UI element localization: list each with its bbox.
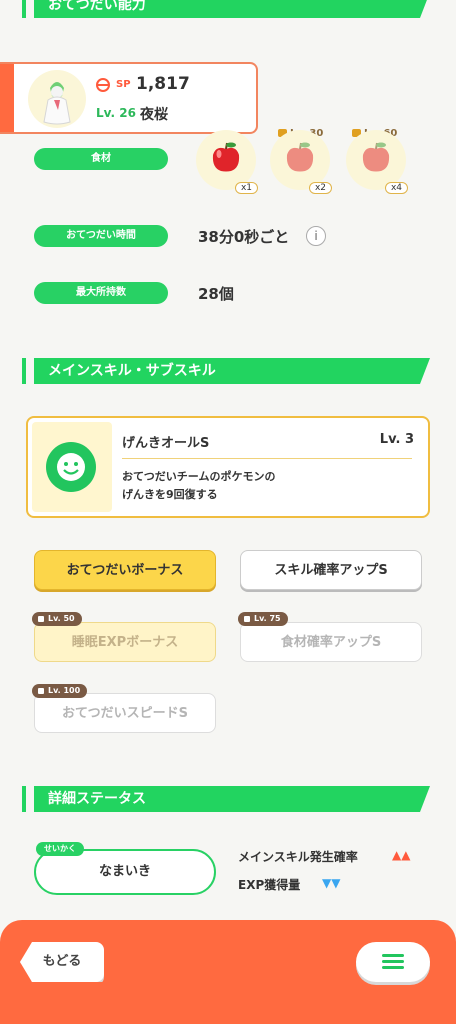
pokemon-card[interactable]: SP 1,817 Lv. 26 夜桜 [0, 62, 258, 134]
help-time-label: おてつだい時間 [34, 225, 168, 247]
max-carry-label: 最大所持数 [34, 282, 168, 304]
section-title: メインスキル・サブスキル [48, 363, 216, 379]
skill-desc-line1: おてつだいチームのポケモンの [122, 470, 276, 483]
sp-value: 1,817 [136, 74, 190, 94]
lock-icon [38, 615, 44, 622]
apple-icon [362, 142, 390, 172]
nature-tag: せいかく [36, 842, 84, 856]
back-button[interactable]: もどる [20, 942, 104, 982]
section-header-skills: メインスキル・サブスキル [34, 358, 430, 384]
ingredient-label: 食材 [34, 148, 168, 170]
subskill-button-1[interactable]: おてつだいボーナス [34, 550, 216, 590]
skill-name: げんきオールS [122, 436, 210, 451]
up-arrows-icon: ▲▲ [392, 848, 411, 862]
lock-icon [38, 687, 44, 694]
card-accent [0, 64, 14, 132]
nature-up-label: メインスキル発生確率 [238, 850, 358, 864]
hamburger-icon [382, 954, 404, 970]
ingredient-slot-3[interactable]: x4 [346, 130, 408, 194]
bottom-nav-bar: もどる [0, 920, 456, 1024]
skill-desc-line2: げんきを9回復する [122, 488, 218, 501]
section-header-detail: 詳細ステータス [34, 786, 430, 812]
down-arrows-icon: ▼▼ [322, 876, 341, 890]
apple-icon [286, 142, 314, 172]
apple-icon [212, 142, 240, 172]
menu-button[interactable] [356, 942, 430, 982]
sp-label: SP [116, 79, 131, 90]
ingredient-mult: x4 [384, 182, 408, 194]
section-stripe [22, 358, 26, 384]
nature-value: なまいき [98, 864, 151, 879]
pokemon-nickname: 夜桜 [140, 107, 168, 123]
smile-icon [46, 442, 96, 492]
ingredient-slot-2[interactable]: x2 [270, 130, 332, 194]
section-title: 詳細ステータス [48, 791, 146, 807]
back-label: もどる [42, 954, 82, 969]
ingredient-slot-1[interactable]: x1 [196, 130, 258, 194]
pokeball-icon [96, 78, 110, 92]
subskill-button-5[interactable]: おてつだいスピードS [34, 693, 216, 733]
lock-tag: Lv. 75 [238, 612, 288, 626]
section-stripe [22, 786, 26, 812]
lock-tag: Lv. 100 [32, 684, 88, 698]
lock-tag: Lv. 50 [32, 612, 82, 626]
main-skill-card[interactable]: げんきオールS Lv. 3 おてつだいチームのポケモンの げんきを9回復する [26, 416, 430, 518]
skill-icon-panel [32, 422, 112, 512]
ingredient-mult: x1 [234, 182, 258, 194]
section-stripe [22, 0, 26, 18]
section-header-ability: おてつだい能力 [34, 0, 430, 18]
skill-level: Lv. 3 [379, 432, 414, 447]
info-icon[interactable]: i [306, 226, 326, 246]
subskill-button-3[interactable]: 睡眠EXPボーナス [34, 622, 216, 662]
max-carry-value: 28個 [198, 285, 234, 303]
pokemon-level: Lv. 26 [96, 106, 136, 120]
subskill-button-2[interactable]: スキル確率アップS [240, 550, 422, 590]
lock-icon [244, 615, 250, 622]
skill-divider [122, 458, 412, 459]
ingredient-mult: x2 [308, 182, 332, 194]
section-title: おてつだい能力 [48, 0, 146, 13]
pokemon-avatar [28, 70, 86, 128]
help-time-value: 38分0秒ごと [198, 228, 290, 246]
nature-down-label: EXP獲得量 [238, 878, 301, 892]
subskill-button-4[interactable]: 食材確率アップS [240, 622, 422, 662]
